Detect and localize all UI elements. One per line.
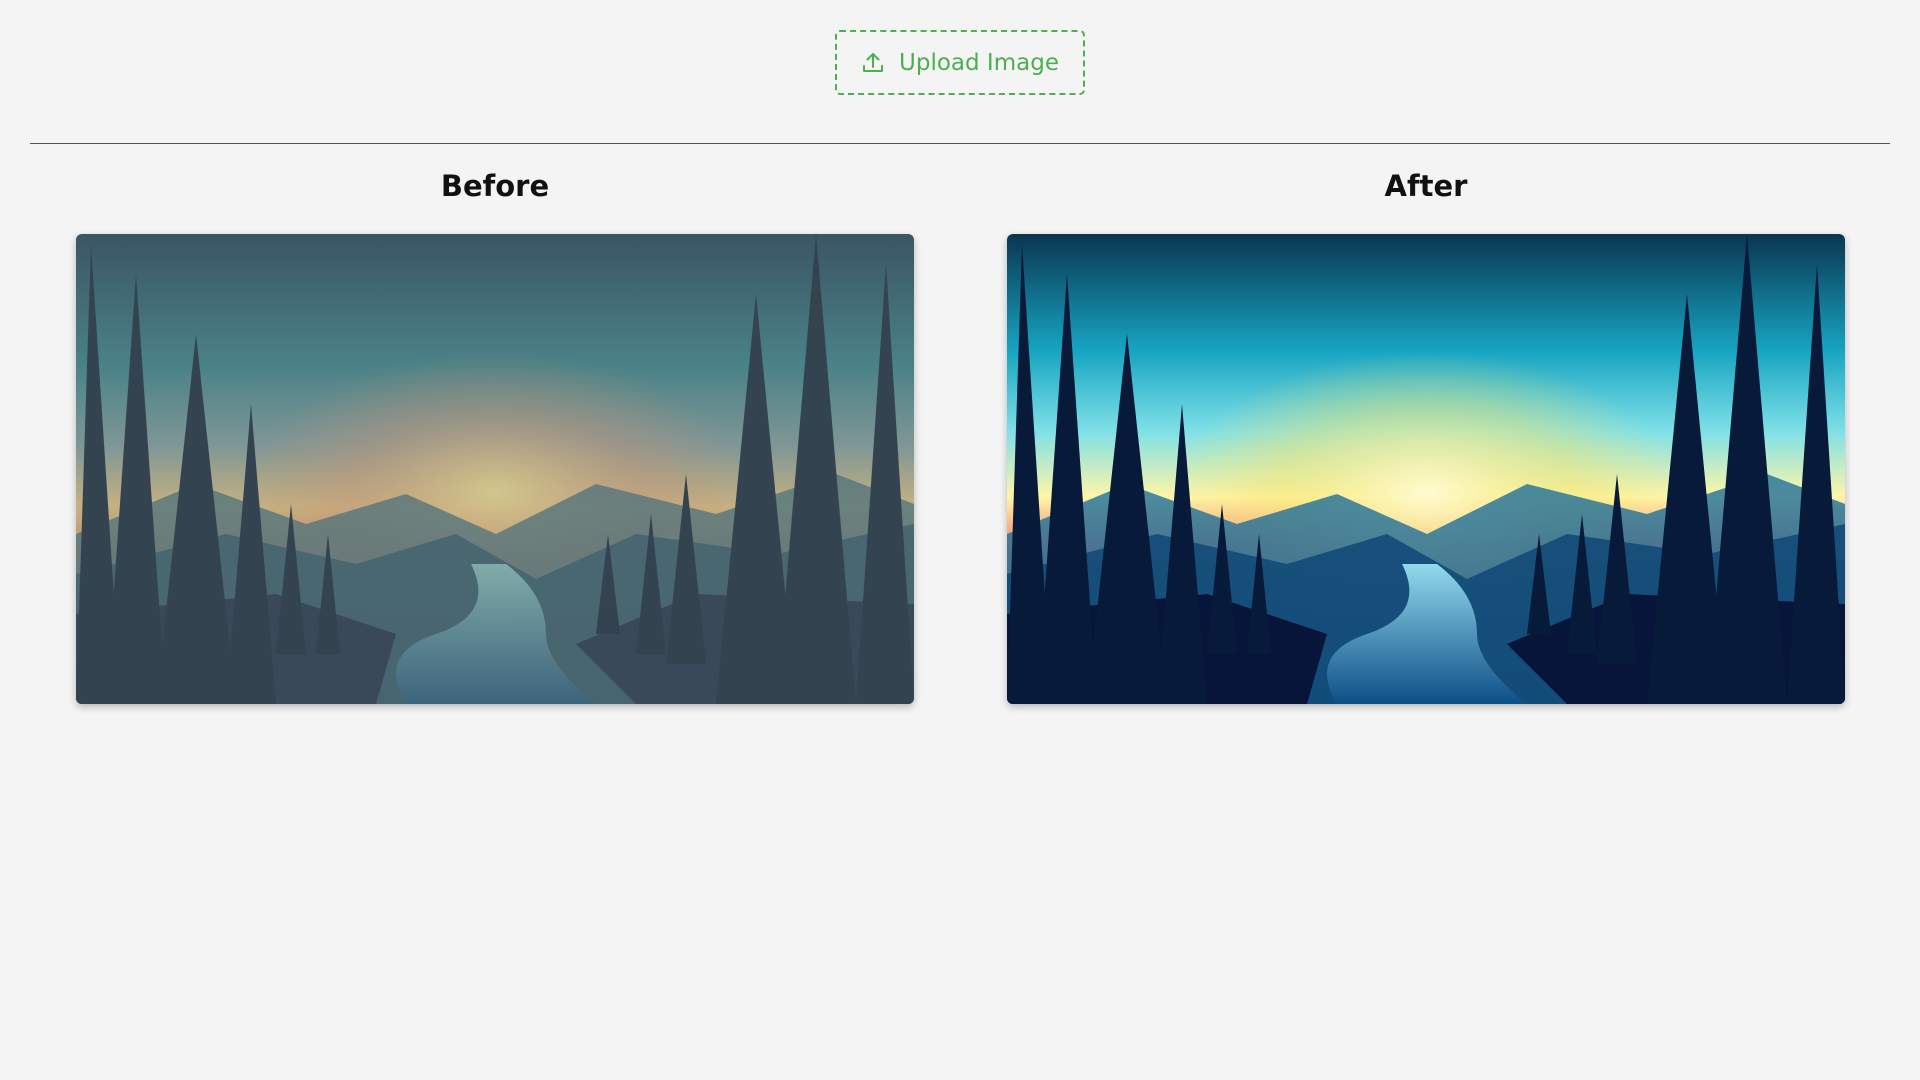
before-image bbox=[76, 234, 914, 704]
after-panel: After bbox=[1007, 165, 1845, 704]
upload-image-button[interactable]: Upload Image bbox=[835, 30, 1085, 95]
upload-icon bbox=[861, 51, 885, 75]
divider bbox=[30, 143, 1890, 144]
upload-area: Upload Image bbox=[0, 30, 1920, 95]
before-panel: Before bbox=[76, 165, 914, 704]
after-image bbox=[1007, 234, 1845, 704]
page: Upload Image Before After bbox=[0, 0, 1920, 1080]
after-title: After bbox=[1384, 169, 1468, 203]
before-title: Before bbox=[440, 169, 550, 203]
upload-image-label: Upload Image bbox=[899, 49, 1059, 76]
